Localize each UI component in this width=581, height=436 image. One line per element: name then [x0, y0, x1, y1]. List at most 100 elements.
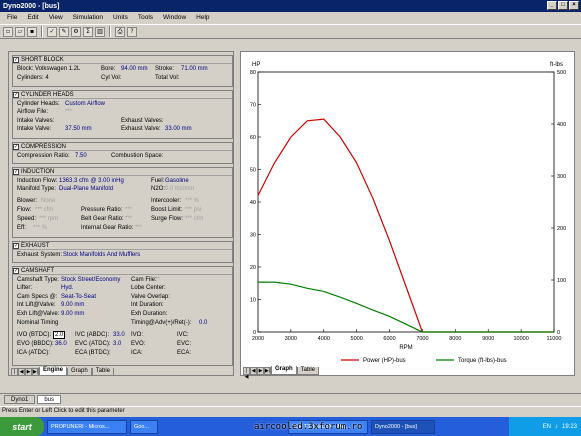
settings-icon[interactable]: ✓ — [47, 26, 57, 37]
belt-gear-value[interactable]: *** — [125, 216, 132, 222]
intercooler-value[interactable]: *** % — [185, 198, 199, 204]
heads-value[interactable]: Custom Airflow — [65, 101, 105, 107]
fuel-label: Fuel: — [151, 178, 165, 184]
menu-tools[interactable]: Tools — [133, 14, 158, 21]
cam-specs-value[interactable]: Seat-To-Seat — [61, 294, 96, 300]
induction-flow-value[interactable]: 1363.3 cfm @ 3.00 inHg — [59, 178, 124, 184]
tools-icon[interactable]: ⚙ — [71, 26, 81, 37]
menu-file[interactable]: File — [2, 14, 22, 21]
menu-view[interactable]: View — [44, 14, 68, 21]
save-icon[interactable]: ▪ — [27, 26, 37, 37]
menu-simulation[interactable]: Simulation — [68, 14, 108, 21]
boost-limit-value[interactable]: *** psi — [185, 207, 201, 213]
help-icon[interactable]: ? — [127, 26, 137, 37]
speed-label: Speed: — [17, 216, 37, 222]
manifold-type-value[interactable]: Dual-Plane Manifold — [59, 186, 113, 192]
doc-tab-dyno1[interactable]: Dyno1 — [4, 394, 36, 404]
y-axis-label-left: HP — [252, 62, 260, 68]
start-button[interactable]: start — [0, 417, 44, 436]
section-title: CYLINDER HEADS — [21, 91, 74, 98]
compression-checkbox[interactable]: ✓ — [13, 143, 19, 150]
ivc-result-label: IVC: — [177, 332, 189, 338]
n2o-value[interactable]: 0.0 lbs/min — [165, 186, 194, 192]
system-tray: EN ♪ 19:23 — [509, 417, 581, 436]
document-tabs: Dyno1 bus — [0, 393, 581, 404]
minimize-button[interactable]: _ — [547, 1, 557, 10]
tab-table[interactable]: Table — [296, 367, 320, 375]
int-lift-value[interactable]: 9.00 mm — [61, 302, 84, 308]
menu-help[interactable]: Help — [191, 14, 214, 21]
tab-engine[interactable]: Engine — [39, 367, 68, 375]
speed-value[interactable]: *** rpm — [39, 216, 58, 222]
camshaft-checkbox[interactable]: ✓ — [13, 267, 19, 274]
close-button[interactable]: × — [569, 1, 579, 10]
evo-value[interactable]: 36.0 — [55, 341, 67, 347]
open-folder-icon[interactable]: ▱ — [15, 26, 25, 37]
exh-lift-value[interactable]: 9.00 mm — [61, 311, 84, 317]
plot-area — [257, 71, 555, 333]
menu-units[interactable]: Units — [108, 14, 133, 21]
first-tab-icon[interactable]: |◀ — [243, 367, 250, 380]
tab-graph[interactable]: Graph — [271, 366, 297, 375]
new-file-icon[interactable]: ▫ — [3, 26, 13, 37]
block-label[interactable]: Block: Volkswagen 1.2L — [17, 66, 80, 72]
compression-ratio-value[interactable]: 7.50 — [75, 153, 87, 159]
next-tab-icon[interactable]: ▶ — [25, 368, 32, 375]
cylinder-heads-checkbox[interactable]: ✓ — [13, 91, 19, 98]
next-tab-icon[interactable]: ▶ — [257, 367, 264, 375]
fuel-value[interactable]: Gasoline — [165, 178, 189, 184]
exhaust-checkbox[interactable]: ✓ — [13, 242, 19, 249]
tab-graph[interactable]: Graph — [67, 368, 92, 375]
flow-value[interactable]: *** cfm — [35, 207, 53, 213]
prev-tab-icon[interactable]: ◀ — [18, 368, 25, 375]
task-button[interactable]: Dyno2000 - [bus] — [371, 419, 435, 434]
y-tick-label-left: 50 — [250, 168, 256, 174]
timing-label: Timing@Adv(+)/Ret(-): — [131, 320, 192, 326]
exhaust-valve-value[interactable]: 33.00 mm — [165, 126, 192, 132]
internal-gear-value[interactable]: *** — [135, 225, 142, 231]
surge-flow-value[interactable]: *** cfm — [185, 216, 203, 222]
tab-table[interactable]: Table — [91, 368, 115, 375]
menu-window[interactable]: Window — [158, 14, 191, 21]
stroke-value[interactable]: 71.00 mm — [181, 66, 208, 72]
y-tick-label-left: 80 — [250, 70, 256, 76]
evc-value[interactable]: 3.0 — [113, 341, 121, 347]
ivo-field[interactable]: 2.0 — [53, 331, 66, 339]
bore-value[interactable]: 94.00 mm — [121, 66, 148, 72]
prev-tab-icon[interactable]: ◀ — [250, 367, 257, 375]
exhaust-system-value[interactable]: Stock Manifolds And Mufflers — [63, 252, 140, 258]
bore-label: Bore: — [101, 66, 116, 72]
timing-value[interactable]: 0.0 — [199, 320, 207, 326]
task-button[interactable]: PROPUNERI - Micros... — [47, 419, 127, 434]
print-icon[interactable]: ⎙ — [115, 26, 125, 37]
maximize-button[interactable]: □ — [558, 1, 568, 10]
y-tick-label-left: 60 — [250, 135, 256, 141]
sigma-icon[interactable]: Σ — [83, 26, 93, 37]
task-button[interactable]: Goo... — [130, 419, 158, 434]
blower-value[interactable]: None — [41, 198, 55, 204]
power-torque-chart: HP ft-lbs01020304050607080010020030040050… — [250, 62, 566, 364]
doc-tab-bus[interactable]: bus — [37, 394, 62, 404]
eff-value[interactable]: *** % — [33, 225, 47, 231]
last-tab-icon[interactable]: ▶| — [264, 367, 271, 375]
wrench-icon[interactable]: ✎ — [59, 26, 69, 37]
menu-edit[interactable]: Edit — [22, 14, 43, 21]
intake-valve-value[interactable]: 37.50 mm — [65, 126, 92, 132]
short-block-checkbox[interactable]: ✓ — [13, 56, 19, 63]
airflow-file-value[interactable]: *** — [65, 109, 72, 115]
first-tab-icon[interactable]: |◀ — [11, 368, 18, 375]
pressure-ratio-value[interactable]: *** — [125, 207, 132, 213]
cam-file-value[interactable]: *** — [153, 277, 160, 283]
ivc-value[interactable]: 33.0 — [113, 332, 125, 338]
cylinders-label[interactable]: Cylinders: 4 — [17, 75, 49, 81]
chart-icon[interactable]: ▥ — [95, 26, 105, 37]
last-tab-icon[interactable]: ▶| — [32, 368, 39, 375]
speaker-icon[interactable]: ♪ — [555, 424, 558, 430]
induction-checkbox[interactable]: ✓ — [13, 168, 19, 175]
lifter-value[interactable]: Hyd. — [61, 285, 73, 291]
language-indicator[interactable]: EN — [543, 424, 551, 430]
toolbar-separator — [41, 26, 43, 37]
series-line-torque — [258, 281, 554, 333]
camshaft-type-value[interactable]: Stock Street/Economy — [61, 277, 120, 283]
compression-section: ✓ COMPRESSION Compression Ratio: 7.50 Com… — [12, 142, 233, 164]
